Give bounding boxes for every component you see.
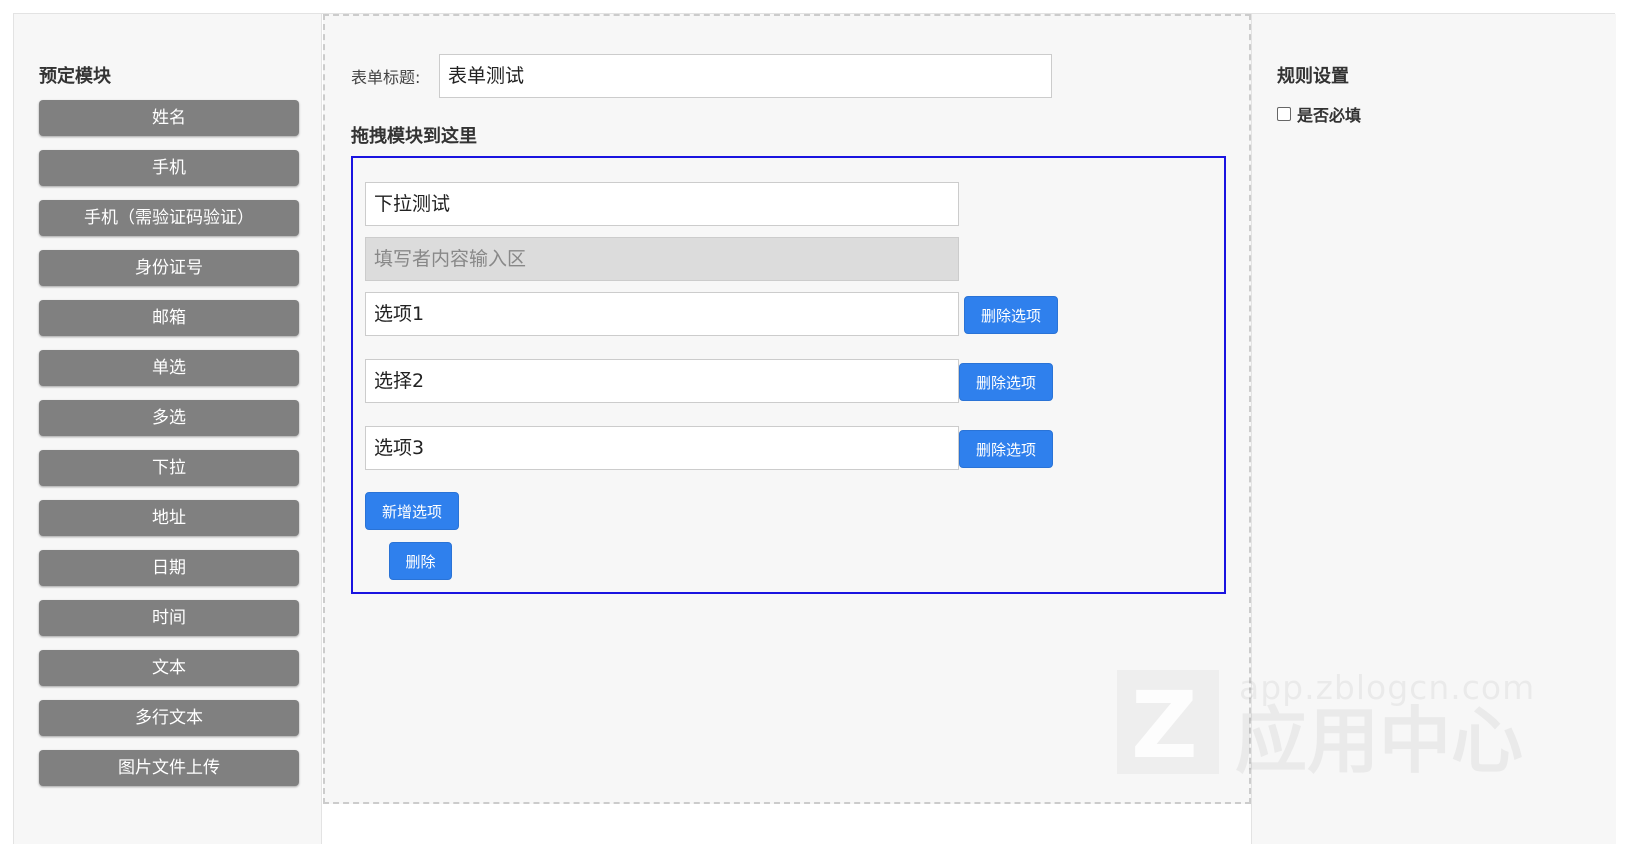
required-checkbox[interactable] (1277, 107, 1291, 121)
option-3-input[interactable]: 选项3 (365, 426, 959, 470)
delete-option-1-button[interactable]: 删除选项 (964, 296, 1058, 334)
delete-field-button[interactable]: 删除 (389, 542, 452, 580)
module-phone-verify-button[interactable]: 手机（需验证码验证） (39, 200, 299, 236)
module-name-button[interactable]: 姓名 (39, 100, 299, 136)
field-content-placeholder: 填写者内容输入区 (365, 237, 959, 281)
required-label: 是否必填 (1297, 106, 1362, 125)
delete-option-3-button[interactable]: 删除选项 (959, 430, 1053, 468)
field-name-input[interactable]: 下拉测试 (365, 182, 959, 226)
editor-area: 表单标题: 表单测试 拖拽模块到这里 下拉测试 填写者内容输入区 选项1 删除选… (323, 14, 1251, 804)
option-2-input[interactable]: 选择2 (365, 359, 959, 403)
required-row: 是否必填 (1277, 102, 1361, 126)
module-email-button[interactable]: 邮箱 (39, 300, 299, 336)
delete-option-2-button[interactable]: 删除选项 (959, 363, 1053, 401)
module-time-button[interactable]: 时间 (39, 600, 299, 636)
module-checkbox-button[interactable]: 多选 (39, 400, 299, 436)
module-address-button[interactable]: 地址 (39, 500, 299, 536)
form-builder-app: 预定模块 姓名 手机 手机（需验证码验证） 身份证号 邮箱 单选 多选 下拉 地… (13, 13, 1616, 844)
module-radio-button[interactable]: 单选 (39, 350, 299, 386)
module-date-button[interactable]: 日期 (39, 550, 299, 586)
module-textarea-button[interactable]: 多行文本 (39, 700, 299, 736)
rules-panel-title: 规则设置 (1277, 66, 1349, 87)
module-text-button[interactable]: 文本 (39, 650, 299, 686)
drag-hint: 拖拽模块到这里 (351, 126, 477, 147)
rules-panel: 规则设置 是否必填 (1251, 14, 1616, 844)
module-dropdown-button[interactable]: 下拉 (39, 450, 299, 486)
form-editor: 表单标题: 表单测试 拖拽模块到这里 下拉测试 填写者内容输入区 选项1 删除选… (323, 14, 1251, 844)
drop-zone[interactable]: 下拉测试 填写者内容输入区 选项1 删除选项 选择2 删除选项 选项3 删除选项… (351, 156, 1226, 594)
module-panel: 预定模块 姓名 手机 手机（需验证码验证） 身份证号 邮箱 单选 多选 下拉 地… (14, 14, 322, 844)
form-title-label: 表单标题: (351, 68, 421, 87)
add-option-button[interactable]: 新增选项 (365, 492, 459, 530)
form-title-input[interactable]: 表单测试 (439, 54, 1052, 98)
form-title-row: 表单标题: 表单测试 (351, 54, 1052, 98)
module-list: 姓名 手机 手机（需验证码验证） 身份证号 邮箱 单选 多选 下拉 地址 日期 … (39, 100, 299, 800)
module-upload-button[interactable]: 图片文件上传 (39, 750, 299, 786)
module-id-number-button[interactable]: 身份证号 (39, 250, 299, 286)
module-phone-button[interactable]: 手机 (39, 150, 299, 186)
option-1-input[interactable]: 选项1 (365, 292, 959, 336)
module-panel-title: 预定模块 (39, 66, 111, 87)
